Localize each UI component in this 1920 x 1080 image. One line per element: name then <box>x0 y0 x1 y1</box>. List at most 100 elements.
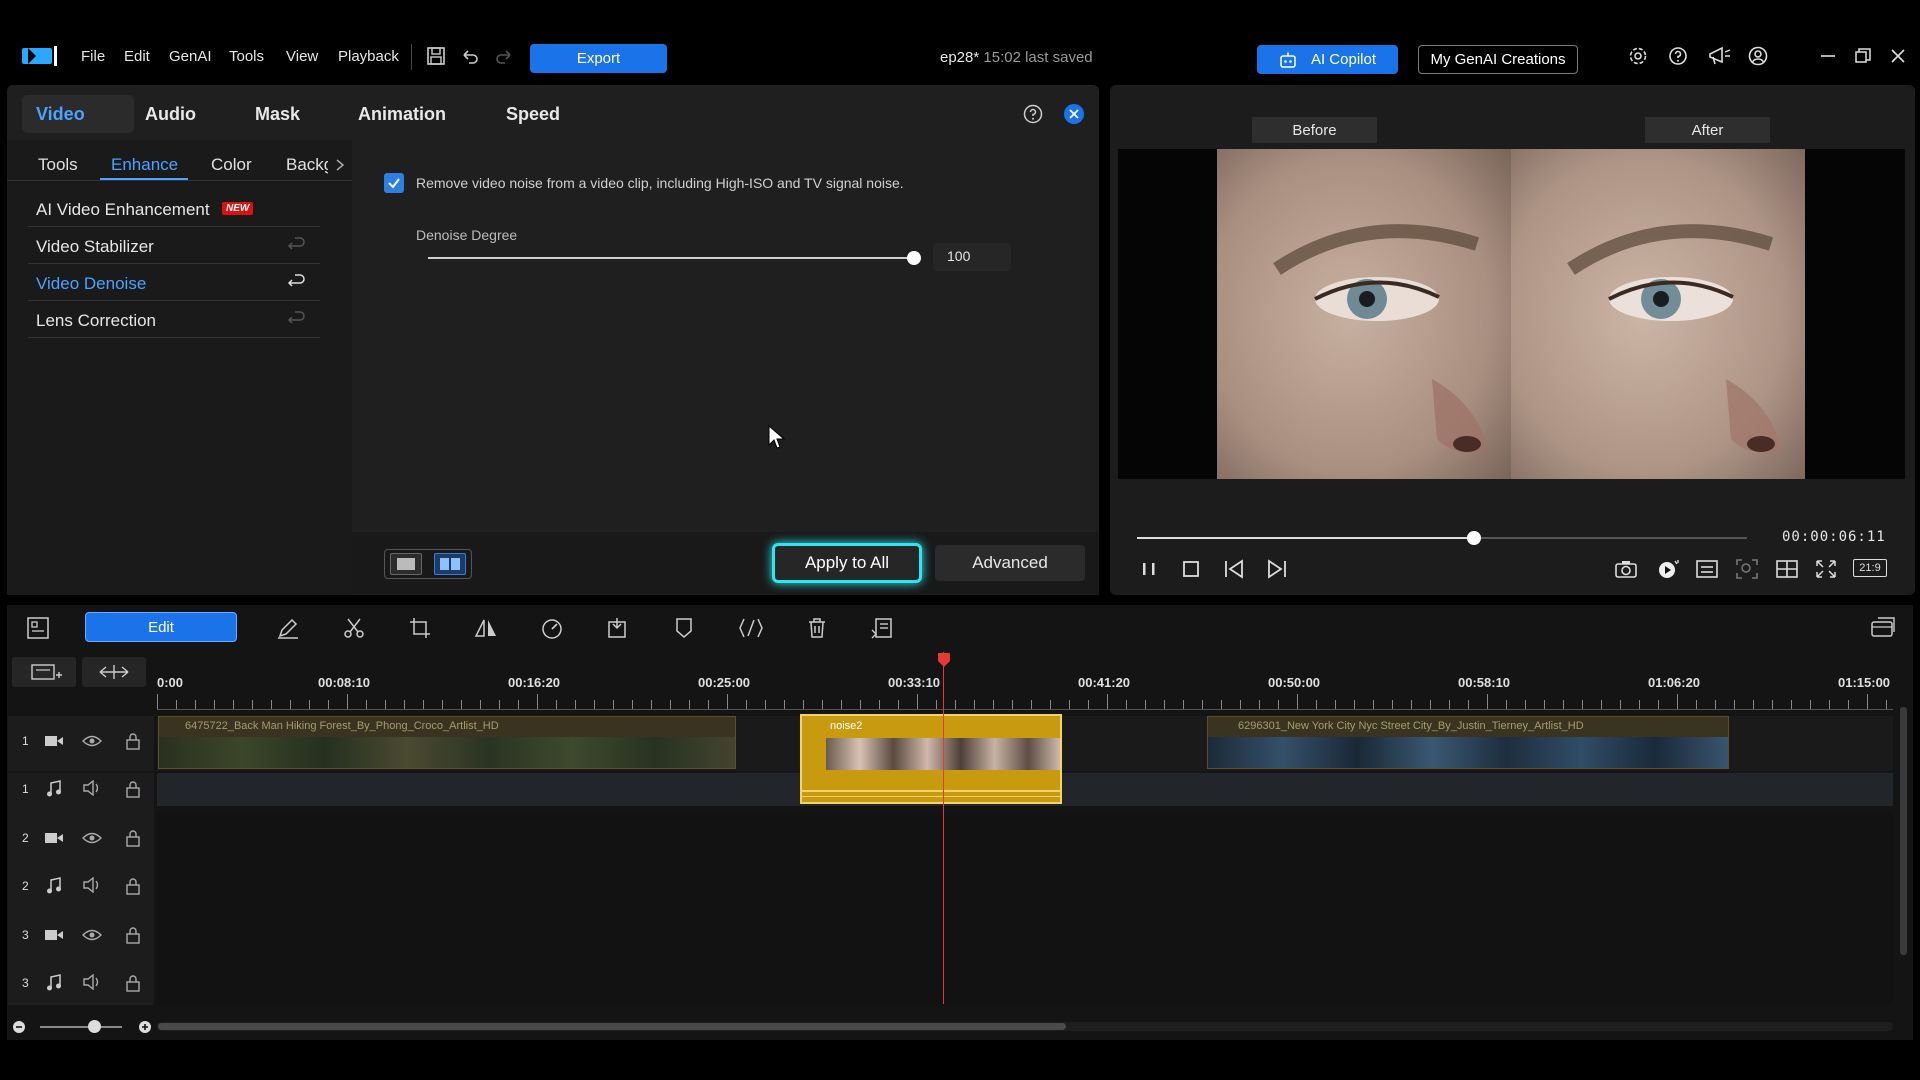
split-screen-icon[interactable] <box>1775 558 1799 580</box>
split-view-button[interactable] <box>434 553 466 575</box>
lock-icon[interactable] <box>125 877 141 895</box>
subtab-color[interactable]: Color <box>211 155 252 175</box>
transition-icon[interactable] <box>738 616 764 640</box>
lock-icon[interactable] <box>125 974 141 992</box>
my-genai-creations-button[interactable]: My GenAI Creations <box>1418 45 1578 74</box>
subtab-enhance[interactable]: Enhance <box>111 155 178 175</box>
selected-video-clip[interactable]: noise2 <box>800 714 1062 804</box>
menu-file[interactable]: File <box>81 48 105 65</box>
denoise-slider-handle[interactable] <box>907 251 921 265</box>
lock-icon[interactable] <box>125 780 141 798</box>
menu-playback[interactable]: Playback <box>338 48 399 65</box>
export-button[interactable]: Export <box>530 44 667 73</box>
subtab-background[interactable]: Backg <box>286 155 328 175</box>
menu-genai[interactable]: GenAI <box>169 48 212 65</box>
subtitle-icon[interactable] <box>1695 558 1719 580</box>
denoise-slider-track[interactable] <box>428 257 914 259</box>
fx-video-denoise[interactable]: Video Denoise <box>36 274 146 294</box>
video-clip[interactable]: 6475722_Back Man Hiking Forest_By_Phong_… <box>158 716 736 769</box>
menu-tools[interactable]: Tools <box>229 48 264 65</box>
fx-video-stabilizer[interactable]: Video Stabilizer <box>36 237 154 257</box>
lock-icon[interactable] <box>125 829 141 847</box>
help-icon[interactable] <box>1668 46 1688 66</box>
marker-icon[interactable] <box>672 616 696 640</box>
eye-icon[interactable] <box>82 734 102 748</box>
pen-icon[interactable] <box>276 616 300 640</box>
reset-icon[interactable] <box>287 311 307 329</box>
pause-icon[interactable] <box>1138 558 1160 580</box>
speaker-icon[interactable] <box>82 780 102 796</box>
video-clip[interactable]: 6296301_New York City Nyc Street City_By… <box>1207 716 1729 769</box>
ruler-label: 00:08:10 <box>318 675 371 690</box>
subtab-tools[interactable]: Tools <box>38 155 78 175</box>
advanced-button[interactable]: Advanced <box>935 545 1085 581</box>
chevron-right-icon[interactable] <box>334 157 346 173</box>
track-lane-audio-2[interactable] <box>157 861 1893 909</box>
speaker-icon[interactable] <box>82 974 102 990</box>
zoom-slider-track[interactable] <box>40 1026 122 1028</box>
apply-to-all-button[interactable]: Apply to All <box>772 543 922 583</box>
speed-icon[interactable] <box>540 616 564 640</box>
lock-icon[interactable] <box>125 926 141 944</box>
panel-close-icon[interactable] <box>1063 103 1085 125</box>
settings-icon[interactable] <box>1628 46 1648 66</box>
eye-icon[interactable] <box>82 831 102 845</box>
fit-timeline-button[interactable] <box>82 657 146 687</box>
redo-icon[interactable] <box>494 46 514 66</box>
fullscreen-icon[interactable] <box>1814 558 1838 580</box>
denoise-checkbox[interactable] <box>384 173 404 193</box>
menu-view[interactable]: View <box>286 48 318 65</box>
save-icon[interactable] <box>426 46 446 66</box>
tab-audio[interactable]: Audio <box>145 104 196 125</box>
tab-video[interactable]: Video <box>36 104 85 125</box>
zoom-slider-handle[interactable] <box>88 1020 101 1033</box>
vertical-scrollbar[interactable] <box>1900 707 1907 955</box>
fx-ai-video-enhancement[interactable]: AI Video Enhancement <box>36 200 210 220</box>
tab-speed[interactable]: Speed <box>506 104 560 125</box>
ai-copilot-button[interactable]: AI Copilot <box>1257 45 1398 74</box>
eye-icon[interactable] <box>82 928 102 942</box>
minimize-icon[interactable] <box>1818 46 1838 66</box>
timeline-settings-icon[interactable] <box>1870 616 1896 640</box>
zoom-out-icon[interactable] <box>12 1020 26 1034</box>
fx-lens-correction[interactable]: Lens Correction <box>36 311 156 331</box>
track-lane-video-2[interactable] <box>157 813 1893 861</box>
speaker-icon[interactable] <box>82 877 102 893</box>
menu-edit[interactable]: Edit <box>124 48 150 65</box>
track-lane-video-3[interactable] <box>157 909 1893 957</box>
panel-help-icon[interactable] <box>1023 104 1043 124</box>
horizontal-scrollbar[interactable] <box>158 1023 1066 1030</box>
notification-icon[interactable] <box>1708 46 1731 66</box>
reset-icon[interactable] <box>287 274 307 292</box>
single-view-button[interactable] <box>390 553 422 575</box>
flip-icon[interactable] <box>474 616 498 640</box>
scissors-icon[interactable] <box>342 616 366 640</box>
crop-icon[interactable] <box>408 616 432 640</box>
keyframe-icon[interactable] <box>606 616 630 640</box>
aspect-ratio-button[interactable]: 21:9 <box>1853 559 1887 577</box>
restore-icon[interactable] <box>1853 46 1873 66</box>
zoom-preview-icon[interactable] <box>1735 558 1759 580</box>
edit-button[interactable]: Edit <box>85 612 237 642</box>
account-icon[interactable] <box>1748 46 1768 66</box>
track-lane-audio-3[interactable] <box>157 957 1893 1005</box>
tab-animation[interactable]: Animation <box>358 104 446 125</box>
media-room-icon[interactable] <box>26 616 50 640</box>
zoom-in-icon[interactable] <box>138 1020 152 1034</box>
tab-mask[interactable]: Mask <box>255 104 300 125</box>
undo-icon[interactable] <box>460 46 480 66</box>
next-frame-icon[interactable] <box>1265 558 1289 580</box>
trash-icon[interactable] <box>805 616 829 640</box>
track-manager-button[interactable] <box>12 657 76 687</box>
lock-icon[interactable] <box>125 732 141 750</box>
more-tools-icon[interactable] <box>870 616 894 640</box>
reset-icon[interactable] <box>287 237 307 255</box>
close-window-icon[interactable] <box>1888 46 1908 66</box>
timeline-ruler[interactable] <box>157 690 1893 710</box>
stop-icon[interactable] <box>1180 558 1202 580</box>
denoise-value-field[interactable]: 100 <box>933 243 1011 271</box>
previous-frame-icon[interactable] <box>1222 558 1246 580</box>
playhead-handle-icon[interactable] <box>937 652 951 668</box>
snapshot-icon[interactable] <box>1614 558 1638 580</box>
render-preview-icon[interactable] <box>1655 558 1681 580</box>
